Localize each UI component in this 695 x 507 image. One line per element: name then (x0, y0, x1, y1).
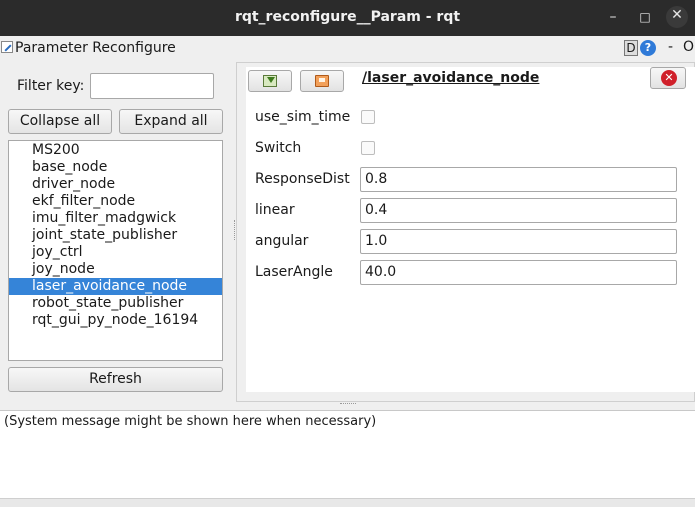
param-field-linear[interactable]: 0.4 (360, 198, 677, 223)
filter-key-input[interactable] (90, 73, 214, 99)
param-label-switch: Switch (255, 140, 302, 156)
plugin-edit-icon (1, 41, 13, 53)
collapse-all-label: Collapse all (19, 113, 101, 129)
horizontal-splitter-handle[interactable] (340, 403, 356, 406)
param-label-use-sim-time: use_sim_time (255, 109, 351, 125)
param-checkbox-switch[interactable] (361, 141, 375, 155)
node-item-driver-node[interactable]: driver_node (9, 176, 222, 193)
node-item-rqt-gui-py-node[interactable]: rqt_gui_py_node_16194 (9, 312, 222, 329)
node-item-laser-avoidance-node[interactable]: laser_avoidance_node (9, 278, 222, 295)
expand-all-button[interactable]: Expand all (119, 109, 223, 134)
minimize-icon[interactable]: – (604, 8, 622, 26)
param-label-response-dist: ResponseDist (255, 171, 350, 187)
node-path-title: /laser_avoidance_node (362, 70, 540, 86)
refresh-label: Refresh (89, 371, 142, 387)
window-titlebar: rqt_reconfigure__Param - rqt – □ ✕ (0, 0, 695, 36)
minimize-plugin-button[interactable]: - (668, 39, 673, 55)
window-title: rqt_reconfigure__Param - rqt (234, 9, 461, 25)
close-node-button[interactable]: ✕ (650, 67, 686, 89)
param-field-laser-angle[interactable]: 40.0 (360, 260, 677, 285)
node-item-ms200[interactable]: MS200 (9, 142, 222, 159)
refresh-button[interactable]: Refresh (8, 367, 223, 392)
maximize-icon[interactable]: □ (636, 8, 654, 26)
load-params-button[interactable] (248, 70, 292, 92)
param-label-laser-angle: LaserAngle (255, 264, 333, 280)
dock-d-button[interactable]: D (624, 40, 638, 56)
collapse-all-button[interactable]: Collapse all (8, 109, 112, 134)
node-item-joy-node[interactable]: joy_node (9, 261, 222, 278)
help-icon[interactable]: ? (640, 40, 656, 56)
save-params-button[interactable] (300, 70, 344, 92)
load-icon (263, 75, 277, 87)
plugin-title: Parameter Reconfigure (15, 40, 176, 56)
expand-all-label: Expand all (134, 113, 208, 129)
filter-key-label: Filter key: (17, 78, 85, 94)
node-tree[interactable]: MS200 base_node driver_node ekf_filter_n… (8, 140, 223, 361)
node-item-robot-state-publisher[interactable]: robot_state_publisher (9, 295, 222, 312)
param-checkbox-use-sim-time[interactable] (361, 110, 375, 124)
close-window-icon[interactable]: ✕ (666, 6, 688, 28)
node-item-joint-state-publisher[interactable]: joint_state_publisher (9, 227, 222, 244)
node-item-ekf-filter-node[interactable]: ekf_filter_node (9, 193, 222, 210)
close-icon: ✕ (661, 70, 677, 86)
system-message-text: (System message might be shown here when… (4, 414, 377, 429)
param-label-linear: linear (255, 202, 295, 218)
status-bar (0, 498, 695, 507)
save-icon (315, 75, 329, 87)
node-item-imu-filter-madgwick[interactable]: imu_filter_madgwick (9, 210, 222, 227)
param-field-angular[interactable]: 1.0 (360, 229, 677, 254)
node-item-joy-ctrl[interactable]: joy_ctrl (9, 244, 222, 261)
param-label-angular: angular (255, 233, 309, 249)
node-item-base-node[interactable]: base_node (9, 159, 222, 176)
close-plugin-button[interactable]: O (683, 39, 694, 55)
param-field-response-dist[interactable]: 0.8 (360, 167, 677, 192)
